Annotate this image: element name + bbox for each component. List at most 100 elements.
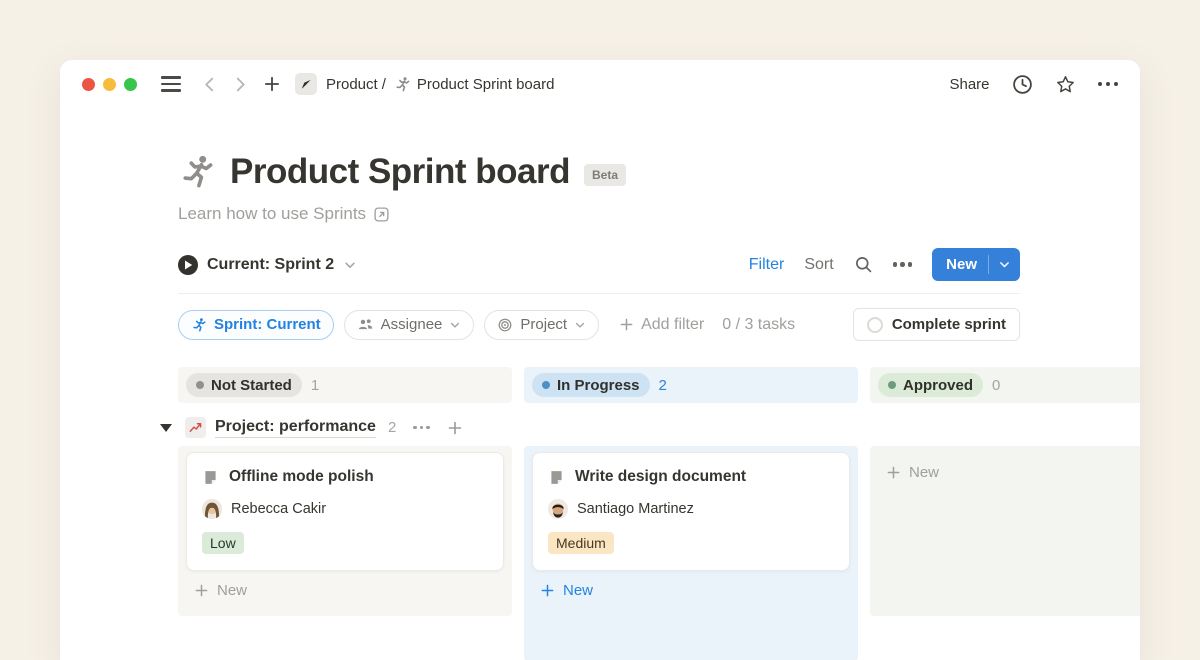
card-title: Offline mode polish bbox=[229, 468, 374, 486]
progress-ring-icon bbox=[867, 317, 883, 333]
runner-icon bbox=[191, 317, 207, 333]
chart-up-icon bbox=[185, 417, 206, 438]
assignee-name: Santiago Martinez bbox=[577, 501, 694, 517]
assignee-chip-label: Assignee bbox=[381, 316, 443, 333]
column-name: In Progress bbox=[557, 377, 640, 394]
new-card-label: New bbox=[217, 582, 247, 599]
add-filter-button[interactable]: Add filter bbox=[619, 316, 704, 334]
filter-button[interactable]: Filter bbox=[749, 256, 785, 274]
beta-badge: Beta bbox=[584, 164, 626, 186]
group-count: 2 bbox=[388, 419, 396, 436]
board-column-headers: Not Started 1 In Progress 2 Approved 0 bbox=[178, 367, 1140, 403]
complete-sprint-label: Complete sprint bbox=[892, 316, 1006, 333]
column-header-not-started: Not Started 1 bbox=[178, 367, 512, 403]
runner-icon bbox=[394, 76, 411, 93]
sprint-filter-chip[interactable]: Sprint: Current bbox=[178, 310, 334, 340]
learn-sprints-link[interactable]: Learn how to use Sprints bbox=[178, 204, 1140, 224]
chevron-down-icon bbox=[449, 319, 461, 331]
people-icon bbox=[357, 316, 374, 333]
priority-tag: Low bbox=[202, 532, 244, 554]
status-pill-in-progress[interactable]: In Progress bbox=[532, 373, 650, 397]
forward-chevron-icon[interactable] bbox=[232, 76, 249, 93]
new-page-icon[interactable] bbox=[263, 75, 281, 93]
group-add-icon[interactable] bbox=[447, 420, 463, 436]
status-pill-not-started[interactable]: Not Started bbox=[186, 373, 302, 397]
assignee-filter-chip[interactable]: Assignee bbox=[344, 310, 475, 340]
new-button-label: New bbox=[946, 256, 977, 273]
task-card-offline-mode-polish[interactable]: Offline mode polish Rebecca Cakir Low bbox=[186, 452, 504, 571]
complete-sprint-button[interactable]: Complete sprint bbox=[853, 308, 1020, 341]
sort-button[interactable]: Sort bbox=[804, 256, 833, 274]
status-dot bbox=[196, 381, 204, 389]
share-button[interactable]: Share bbox=[949, 76, 989, 93]
column-count: 2 bbox=[659, 377, 667, 394]
new-card-button[interactable]: New bbox=[186, 571, 504, 610]
filter-bar: Sprint: Current Assignee Project bbox=[178, 308, 1020, 341]
traffic-lights bbox=[82, 78, 137, 91]
plus-icon bbox=[886, 465, 901, 480]
add-filter-label: Add filter bbox=[641, 316, 704, 334]
view-toolbar: Current: Sprint 2 Filter Sort New bbox=[178, 248, 1020, 294]
new-card-button[interactable]: New bbox=[532, 571, 850, 610]
breadcrumb-parent[interactable]: Product bbox=[326, 76, 378, 93]
status-pill-approved[interactable]: Approved bbox=[878, 373, 983, 397]
avatar bbox=[202, 499, 222, 519]
search-icon[interactable] bbox=[854, 255, 873, 274]
clock-icon[interactable] bbox=[1012, 74, 1033, 95]
product-workspace-icon[interactable] bbox=[295, 73, 317, 95]
plus-icon bbox=[194, 583, 209, 598]
plus-icon bbox=[540, 583, 555, 598]
sprint-chip-label: Sprint: Current bbox=[214, 316, 321, 333]
collapse-triangle-icon[interactable] bbox=[160, 424, 172, 432]
window-topbar: Product / Product Sprint board Share bbox=[60, 60, 1140, 108]
play-icon bbox=[178, 255, 198, 275]
target-icon bbox=[497, 317, 513, 333]
column-count: 0 bbox=[992, 377, 1000, 394]
breadcrumb-current[interactable]: Product Sprint board bbox=[417, 76, 555, 93]
column-name: Not Started bbox=[211, 377, 292, 394]
column-not-started: Offline mode polish Rebecca Cakir Low bbox=[178, 446, 512, 616]
project-chip-label: Project bbox=[520, 316, 567, 333]
minimize-window-button[interactable] bbox=[103, 78, 116, 91]
zoom-window-button[interactable] bbox=[124, 78, 137, 91]
board-group-row: Project: performance 2 bbox=[160, 417, 1140, 438]
task-card-write-design-document[interactable]: Write design document Santiago Martinez … bbox=[532, 452, 850, 571]
new-card-label: New bbox=[563, 582, 593, 599]
status-dot bbox=[888, 381, 896, 389]
close-window-button[interactable] bbox=[82, 78, 95, 91]
status-dot bbox=[542, 381, 550, 389]
card-title: Write design document bbox=[575, 468, 746, 486]
new-chevron-down-icon[interactable] bbox=[989, 258, 1020, 271]
avatar bbox=[548, 499, 568, 519]
task-progress: 0 / 3 tasks bbox=[722, 316, 795, 334]
column-count: 1 bbox=[311, 377, 319, 394]
breadcrumb-separator: / bbox=[382, 76, 386, 93]
board-card-columns: Offline mode polish Rebecca Cakir Low bbox=[178, 446, 1140, 660]
project-filter-chip[interactable]: Project bbox=[484, 310, 599, 340]
sprint-view-selector[interactable]: Current: Sprint 2 bbox=[178, 255, 357, 275]
new-button[interactable]: New bbox=[932, 248, 1020, 281]
external-link-icon bbox=[373, 206, 390, 223]
group-more-icon[interactable] bbox=[413, 426, 430, 430]
column-in-progress: Write design document Santiago Martinez … bbox=[524, 446, 858, 660]
column-header-approved: Approved 0 bbox=[870, 367, 1140, 403]
group-label[interactable]: Project: performance bbox=[215, 418, 376, 438]
view-selector-label: Current: Sprint 2 bbox=[207, 256, 334, 274]
column-name: Approved bbox=[903, 377, 973, 394]
priority-tag: Medium bbox=[548, 532, 614, 554]
app-window: Product / Product Sprint board Share Pro… bbox=[60, 60, 1140, 660]
chevron-down-icon bbox=[574, 319, 586, 331]
new-card-button[interactable]: New bbox=[878, 452, 1140, 492]
back-chevron-icon[interactable] bbox=[201, 76, 218, 93]
column-header-in-progress: In Progress 2 bbox=[524, 367, 858, 403]
favorite-star-icon[interactable] bbox=[1055, 74, 1076, 95]
view-more-icon[interactable] bbox=[893, 262, 913, 267]
more-options-icon[interactable] bbox=[1098, 82, 1119, 87]
page-icon bbox=[548, 469, 565, 486]
assignee-name: Rebecca Cakir bbox=[231, 501, 326, 517]
chevron-down-icon bbox=[343, 258, 357, 272]
page-icon bbox=[202, 469, 219, 486]
sidebar-toggle-icon[interactable] bbox=[161, 76, 181, 91]
plus-icon bbox=[619, 317, 634, 332]
page-title: Product Sprint board bbox=[230, 152, 570, 192]
